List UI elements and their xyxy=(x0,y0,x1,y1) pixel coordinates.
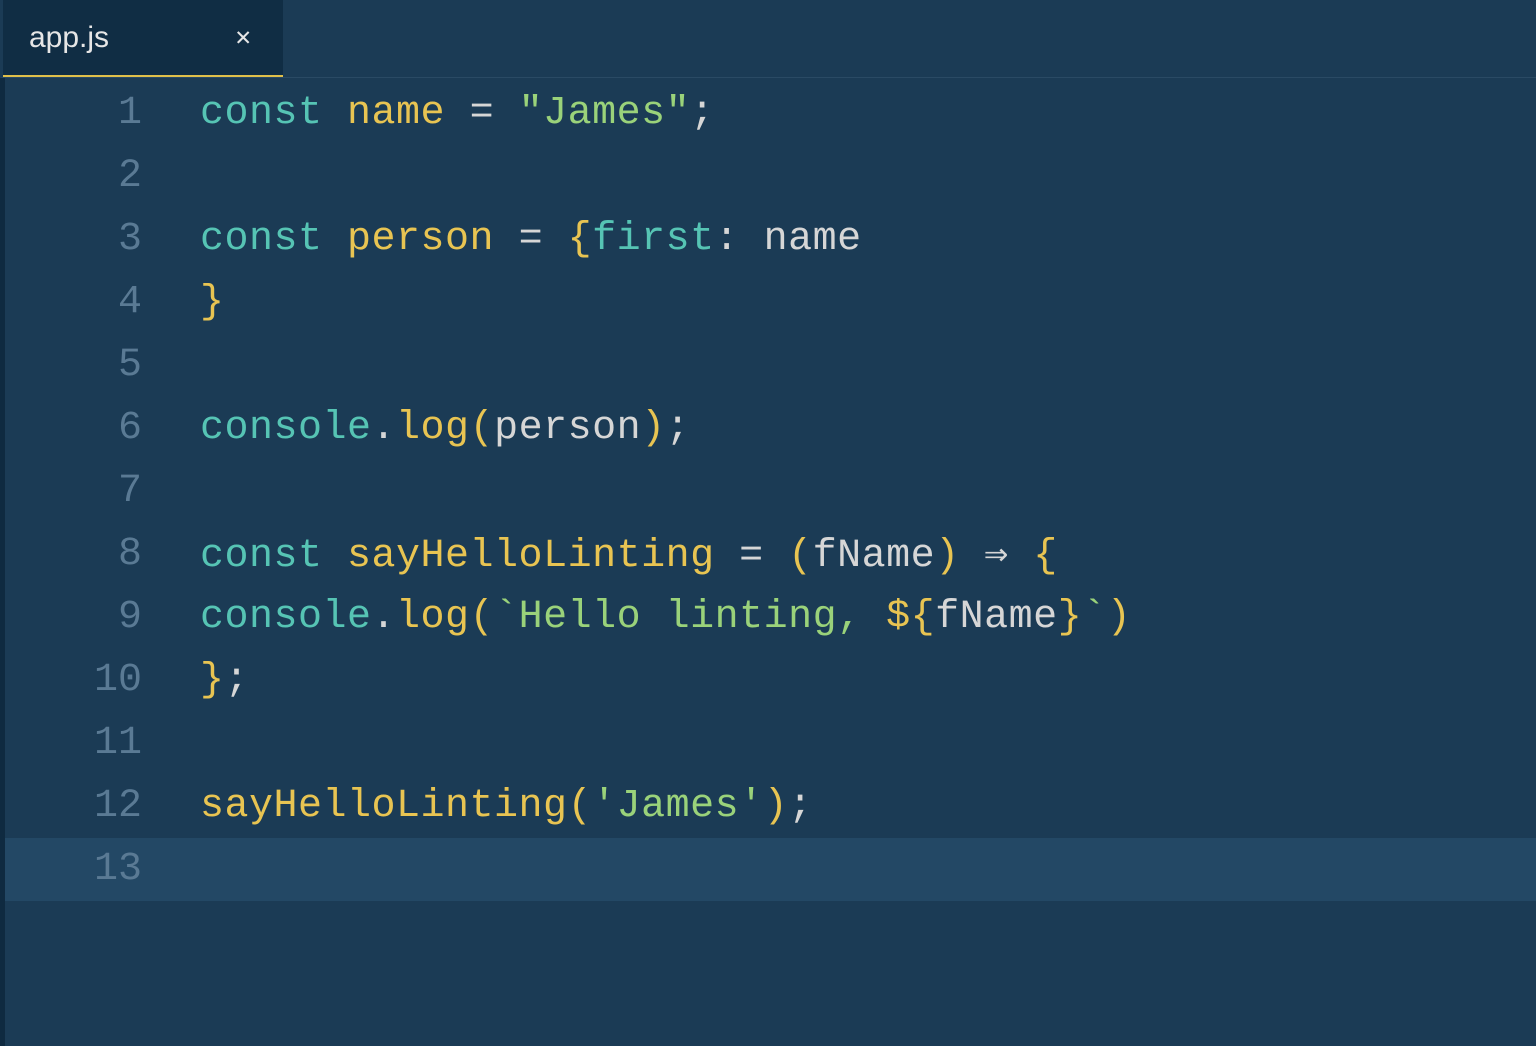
code-line[interactable]: 4} xyxy=(5,271,1536,334)
code-content[interactable]: const person = {first: name xyxy=(200,217,862,262)
close-icon[interactable]: ✕ xyxy=(229,18,257,57)
tab-app-js[interactable]: app.js ✕ xyxy=(3,0,283,77)
line-number: 4 xyxy=(5,280,200,325)
line-number: 3 xyxy=(5,217,200,262)
line-number: 7 xyxy=(5,469,200,514)
code-content[interactable]: }; xyxy=(200,658,249,703)
line-number: 2 xyxy=(5,154,200,199)
line-number: 6 xyxy=(5,406,200,451)
line-number: 8 xyxy=(5,532,200,577)
tab-bar: app.js ✕ xyxy=(0,0,1536,78)
editor-window: app.js ✕ 1const name = "James";23const p… xyxy=(0,0,1536,1046)
code-line[interactable]: 1const name = "James"; xyxy=(5,82,1536,145)
code-content[interactable]: const sayHelloLinting = (fName) ⇒ { xyxy=(200,530,1058,579)
code-content[interactable]: sayHelloLinting('James'); xyxy=(200,784,813,829)
code-editor[interactable]: 1const name = "James";23const person = {… xyxy=(0,78,1536,1046)
code-content[interactable]: } xyxy=(200,280,225,325)
line-number: 13 xyxy=(5,847,200,892)
line-number: 12 xyxy=(5,784,200,829)
code-line[interactable]: 13 xyxy=(5,838,1536,901)
code-line[interactable]: 12sayHelloLinting('James'); xyxy=(5,775,1536,838)
code-content[interactable]: console.log(person); xyxy=(200,406,690,451)
code-line[interactable]: 9console.log(`Hello linting, ${fName}`) xyxy=(5,586,1536,649)
code-content[interactable]: console.log(`Hello linting, ${fName}`) xyxy=(200,595,1131,640)
code-line[interactable]: 5 xyxy=(5,334,1536,397)
code-line[interactable]: 3const person = {first: name xyxy=(5,208,1536,271)
code-line[interactable]: 6console.log(person); xyxy=(5,397,1536,460)
line-number: 5 xyxy=(5,343,200,388)
code-line[interactable]: 10}; xyxy=(5,649,1536,712)
code-line[interactable]: 11 xyxy=(5,712,1536,775)
code-line[interactable]: 8const sayHelloLinting = (fName) ⇒ { xyxy=(5,523,1536,586)
line-number: 10 xyxy=(5,658,200,703)
code-content[interactable]: const name = "James"; xyxy=(200,91,715,136)
code-line[interactable]: 2 xyxy=(5,145,1536,208)
line-number: 9 xyxy=(5,595,200,640)
code-line[interactable]: 7 xyxy=(5,460,1536,523)
line-number: 1 xyxy=(5,91,200,136)
line-number: 11 xyxy=(5,721,200,766)
tab-label: app.js xyxy=(29,21,109,55)
